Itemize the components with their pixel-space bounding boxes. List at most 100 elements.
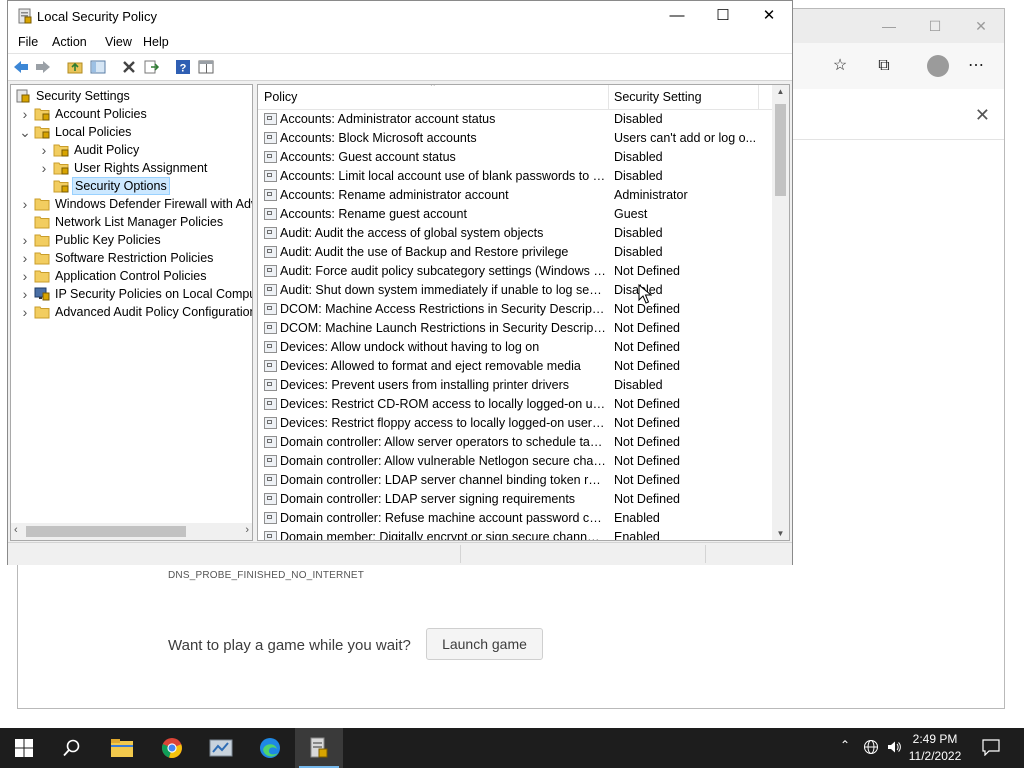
policy-item-icon — [264, 493, 277, 505]
table-row[interactable]: DCOM: Machine Access Restrictions in Sec… — [258, 300, 772, 319]
table-row[interactable]: Accounts: Administrator account status Di… — [258, 110, 772, 129]
table-row[interactable]: Domain controller: Refuse machine accoun… — [258, 509, 772, 528]
tree-node-label: Security Settings — [36, 89, 130, 103]
taskbar-file-explorer[interactable] — [98, 728, 146, 768]
taskbar-local-security-policy[interactable] — [295, 728, 343, 768]
table-row[interactable]: Devices: Prevent users from installing p… — [258, 376, 772, 395]
taskbar-edge[interactable] — [246, 728, 294, 768]
scroll-down-icon[interactable]: ▼ — [772, 529, 789, 538]
security-setting-value: Not Defined — [614, 473, 681, 487]
expand-chevron-right-icon[interactable]: › — [38, 159, 50, 177]
policy-list-pane[interactable]: Policy ⌃ Security Setting Accounts: Admi… — [257, 84, 790, 541]
table-row[interactable]: Devices: Allow undock without having to … — [258, 338, 772, 357]
tray-overflow-chevron-icon[interactable]: ⌃ — [840, 738, 850, 752]
maximize-icon[interactable]: ☐ — [700, 1, 746, 31]
table-row[interactable]: Domain member: Digitally encrypt or sign… — [258, 528, 772, 540]
browser-close-icon[interactable]: ✕ — [958, 9, 1004, 43]
expand-chevron-right-icon[interactable]: › — [38, 141, 50, 159]
list-vertical-scrollbar[interactable]: ▲ ▼ — [772, 85, 789, 540]
policy-item-icon — [264, 284, 277, 296]
export-list-icon[interactable] — [143, 58, 161, 76]
show-hide-tree-icon[interactable] — [89, 58, 107, 76]
list-scroll-thumb[interactable] — [775, 104, 786, 196]
column-header-security-setting[interactable]: Security Setting — [614, 90, 702, 104]
table-row[interactable]: Devices: Restrict floppy access to local… — [258, 414, 772, 433]
table-row[interactable]: Domain controller: LDAP server channel b… — [258, 471, 772, 490]
table-row[interactable]: Accounts: Rename administrator account Ad… — [258, 186, 772, 205]
table-row[interactable]: Accounts: Block Microsoft accounts Users … — [258, 129, 772, 148]
clock-date[interactable]: 11/2/2022 — [905, 749, 965, 763]
browser-minimize-icon[interactable]: — — [866, 9, 912, 43]
minimize-icon[interactable]: — — [654, 1, 700, 31]
close-icon[interactable]: ✕ — [746, 1, 792, 31]
taskbar-chrome[interactable] — [148, 728, 196, 768]
help-icon[interactable]: ? — [174, 58, 192, 76]
taskbar-server-manager[interactable] — [197, 728, 245, 768]
tree-pane[interactable]: Security Settings › Account Policies ⌄ Local… — [10, 84, 253, 541]
security-setting-value: Guest — [614, 207, 648, 221]
browser-maximize-icon[interactable]: ☐ — [912, 9, 958, 43]
table-row[interactable]: Devices: Restrict CD-ROM access to local… — [258, 395, 772, 414]
more-menu-icon[interactable]: ⋯ — [961, 51, 991, 81]
column-divider[interactable] — [608, 85, 609, 109]
folder-lock-icon — [34, 107, 50, 121]
profile-avatar-icon[interactable] — [927, 55, 949, 77]
scroll-right-icon[interactable]: › — [245, 524, 249, 536]
table-row[interactable]: Accounts: Limit local account use of bla… — [258, 167, 772, 186]
network-globe-icon[interactable] — [863, 739, 879, 755]
menu-action[interactable]: Action — [52, 35, 87, 49]
tree-node-label: Audit Policy — [74, 143, 140, 157]
menu-file[interactable]: File — [18, 35, 38, 49]
tree-scroll-thumb[interactable] — [26, 526, 186, 537]
up-folder-icon[interactable] — [66, 58, 84, 76]
column-divider[interactable] — [758, 85, 759, 109]
search-button[interactable] — [48, 728, 96, 768]
policy-item-icon — [264, 398, 277, 410]
properties-pane-icon[interactable] — [197, 58, 215, 76]
delete-icon[interactable] — [120, 58, 138, 76]
collections-icon[interactable]: ⧉ — [869, 51, 899, 81]
table-row[interactable]: Accounts: Rename guest account Guest — [258, 205, 772, 224]
security-setting-value: Not Defined — [614, 359, 681, 373]
forward-arrow-icon[interactable] — [34, 58, 52, 76]
menu-view[interactable]: View — [105, 35, 132, 49]
expand-chevron-right-icon[interactable]: › — [19, 195, 31, 213]
menu-help[interactable]: Help — [143, 35, 169, 49]
expand-chevron-right-icon[interactable]: › — [19, 249, 31, 267]
favorites-icon[interactable]: ☆ — [825, 51, 855, 81]
table-row[interactable]: DCOM: Machine Launch Restrictions in Sec… — [258, 319, 772, 338]
policy-name: Accounts: Limit local account use of bla… — [280, 169, 606, 183]
expand-chevron-right-icon[interactable]: › — [19, 267, 31, 285]
expand-chevron-down-icon[interactable]: ⌄ — [19, 123, 31, 141]
table-row[interactable]: Devices: Allowed to format and eject rem… — [258, 357, 772, 376]
expand-chevron-right-icon[interactable]: › — [19, 285, 31, 303]
table-row[interactable]: Audit: Force audit policy subcategory se… — [258, 262, 772, 281]
expand-chevron-right-icon[interactable]: › — [19, 303, 31, 321]
scroll-left-icon[interactable]: ‹ — [14, 524, 18, 536]
back-arrow-icon[interactable] — [12, 58, 30, 76]
table-row[interactable]: Accounts: Guest account status Disabled — [258, 148, 772, 167]
policy-name: Domain controller: LDAP server channel b… — [280, 473, 606, 487]
table-row[interactable]: Domain controller: Allow vulnerable Netl… — [258, 452, 772, 471]
column-header-policy[interactable]: Policy — [264, 90, 297, 104]
table-row[interactable]: Audit: Audit the use of Backup and Resto… — [258, 243, 772, 262]
menu-bar: File Action View Help — [8, 31, 792, 53]
notice-close-icon[interactable]: ✕ — [975, 105, 990, 126]
notifications-icon[interactable] — [982, 739, 1000, 756]
table-row[interactable]: Audit: Audit the access of global system… — [258, 224, 772, 243]
table-row[interactable]: Audit: Shut down system immediately if u… — [258, 281, 772, 300]
tree-node-label: Network List Manager Policies — [55, 215, 224, 229]
policy-item-icon — [264, 227, 277, 239]
table-row[interactable]: Domain controller: LDAP server signing r… — [258, 490, 772, 509]
start-button[interactable] — [0, 728, 48, 768]
clock-time[interactable]: 2:49 PM — [905, 732, 965, 746]
server-manager-icon — [209, 739, 233, 757]
tree-horizontal-scrollbar[interactable]: ‹ › — [11, 523, 252, 540]
volume-icon[interactable] — [886, 739, 902, 755]
svg-text:?: ? — [180, 63, 187, 75]
launch-game-button[interactable]: Launch game — [426, 628, 543, 660]
expand-chevron-right-icon[interactable]: › — [19, 105, 31, 123]
expand-chevron-right-icon[interactable]: › — [19, 231, 31, 249]
table-row[interactable]: Domain controller: Allow server operator… — [258, 433, 772, 452]
scroll-up-icon[interactable]: ▲ — [772, 87, 789, 96]
